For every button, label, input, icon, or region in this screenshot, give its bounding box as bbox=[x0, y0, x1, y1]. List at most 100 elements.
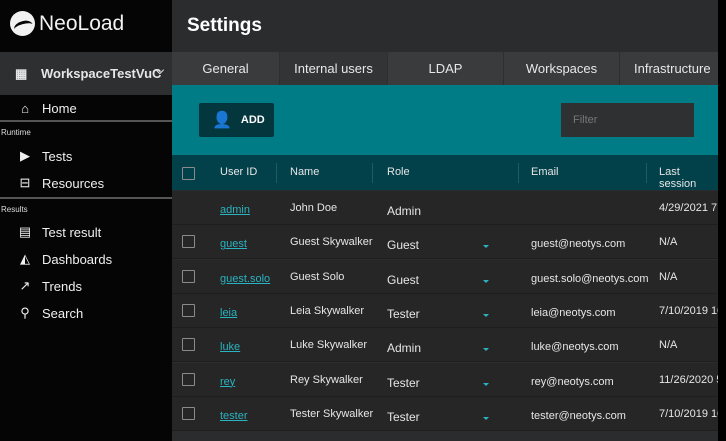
role-select[interactable]: Admin bbox=[387, 341, 421, 355]
tab-ldap[interactable]: LDAP bbox=[388, 52, 504, 85]
sidebar-item-home[interactable]: ⌂ Home bbox=[0, 95, 172, 121]
sidebar-item-resources[interactable]: ⊟ Resources bbox=[0, 170, 172, 196]
sidebar-item-test-result[interactable]: ▤ Test result bbox=[0, 219, 172, 245]
table-row: guest Guest Skywalker Guest guest@neotys.co… bbox=[172, 225, 718, 260]
main-content: Settings General Internal users LDAP Wor… bbox=[172, 0, 726, 441]
dropdown-arrow-icon[interactable] bbox=[483, 313, 489, 317]
sidebar-item-tests[interactable]: ▶ Tests bbox=[0, 143, 172, 169]
sidebar-item-label: Trends bbox=[42, 278, 82, 294]
table-row: tester Tester Skywalker Tester tester@neoty… bbox=[172, 396, 726, 431]
table-row: leia Leia Skywalker Tester leia@neotys.com 7… bbox=[172, 293, 726, 328]
table-row: admin John Doe Admin 4/29/2021 7:5 bbox=[172, 191, 726, 225]
user-name: Luke Skywalker bbox=[290, 339, 368, 352]
add-user-icon: 👤 bbox=[212, 112, 232, 129]
sidebar-item-label: Resources bbox=[42, 175, 105, 191]
user-email: guest@neotys.com bbox=[531, 238, 626, 251]
column-separator bbox=[276, 163, 277, 183]
row-checkbox[interactable] bbox=[182, 406, 195, 420]
dropdown-arrow-icon[interactable] bbox=[483, 348, 489, 352]
column-role[interactable]: Role bbox=[387, 166, 410, 178]
row-checkbox[interactable] bbox=[182, 338, 195, 352]
window-edge bbox=[718, 0, 726, 441]
role-select[interactable]: Tester bbox=[387, 307, 420, 321]
column-name[interactable]: Name bbox=[290, 166, 319, 178]
user-email: luke@neotys.com bbox=[531, 341, 619, 354]
last-session: 7/10/2019 10: bbox=[659, 304, 726, 317]
divider bbox=[0, 120, 172, 122]
building-icon: ▦ bbox=[15, 65, 28, 81]
last-session: N/A bbox=[659, 270, 678, 283]
tab-workspaces[interactable]: Workspaces bbox=[504, 52, 620, 85]
user-id-link[interactable]: leia bbox=[220, 307, 237, 319]
user-id-link[interactable]: tester bbox=[220, 410, 248, 422]
app-name: NeoLoad bbox=[39, 11, 125, 35]
user-email: leia@neotys.com bbox=[531, 306, 616, 319]
table-row: luke Luke Skywalker Admin luke@neotys.com N/… bbox=[172, 328, 718, 363]
dropdown-arrow-icon[interactable] bbox=[483, 416, 489, 420]
sidebar: NeoLoad ▦ WorkspaceTestVuC ⌵ ⌂ Home Runtime… bbox=[0, 0, 172, 441]
workspace-selector[interactable]: ▦ WorkspaceTestVuC ⌵ bbox=[0, 52, 172, 95]
last-session: N/A bbox=[659, 339, 678, 352]
logo-icon bbox=[10, 11, 35, 36]
user-id-link[interactable]: guest.solo bbox=[220, 273, 270, 285]
role-select[interactable]: Guest bbox=[387, 273, 419, 287]
dropdown-arrow-icon[interactable] bbox=[483, 279, 489, 283]
column-user-id[interactable]: User ID bbox=[220, 166, 257, 178]
area-chart-icon: ◭ bbox=[20, 251, 30, 266]
add-user-button[interactable]: 👤 ADD bbox=[199, 103, 274, 137]
printer-icon: ⊟ bbox=[19, 175, 31, 190]
sidebar-item-search[interactable]: ⚲ Search bbox=[0, 300, 172, 326]
role-select[interactable]: Admin bbox=[387, 204, 421, 218]
user-email: rey@neotys.com bbox=[531, 375, 614, 388]
dropdown-arrow-icon[interactable] bbox=[483, 382, 489, 386]
section-results: Results bbox=[1, 205, 28, 214]
user-id-link[interactable]: rey bbox=[220, 376, 235, 388]
sidebar-item-trends[interactable]: ↗ Trends bbox=[0, 273, 172, 299]
row-checkbox[interactable] bbox=[182, 235, 195, 249]
select-all-checkbox[interactable] bbox=[182, 167, 195, 180]
role-select[interactable]: Guest bbox=[387, 238, 419, 252]
play-icon: ▶ bbox=[20, 148, 30, 163]
role-select[interactable]: Tester bbox=[387, 410, 420, 424]
role-select[interactable]: Tester bbox=[387, 376, 420, 390]
row-checkbox[interactable] bbox=[182, 372, 195, 386]
table-header: User ID Name Role Email Last session bbox=[172, 155, 718, 190]
tab-general[interactable]: General bbox=[172, 52, 280, 85]
row-checkbox[interactable] bbox=[182, 303, 195, 317]
user-id-link[interactable]: guest bbox=[220, 238, 247, 250]
dropdown-arrow-icon[interactable] bbox=[483, 245, 489, 249]
user-name: Leia Skywalker bbox=[290, 304, 364, 317]
divider bbox=[0, 197, 172, 199]
row-checkbox[interactable] bbox=[182, 269, 195, 283]
column-separator bbox=[646, 163, 647, 183]
user-name: Guest Skywalker bbox=[290, 236, 373, 249]
sidebar-item-label: Test result bbox=[42, 224, 102, 240]
search-icon: ⚲ bbox=[20, 305, 30, 320]
line-chart-icon: ↗ bbox=[19, 278, 31, 293]
user-name: Guest Solo bbox=[290, 270, 345, 283]
user-email: guest.solo@neotys.com bbox=[531, 272, 649, 285]
user-id-link[interactable]: luke bbox=[220, 341, 240, 353]
page-title: Settings bbox=[187, 15, 262, 36]
report-icon: ▤ bbox=[18, 224, 32, 239]
neoload-logo: NeoLoad bbox=[10, 11, 124, 36]
last-session: N/A bbox=[659, 236, 678, 249]
filter-input[interactable] bbox=[561, 103, 694, 137]
settings-tabs: General Internal users LDAP Workspaces I… bbox=[172, 52, 718, 85]
column-email[interactable]: Email bbox=[531, 166, 559, 178]
chevron-down-icon: ⌵ bbox=[155, 65, 164, 77]
sidebar-item-label: Home bbox=[42, 100, 77, 116]
sidebar-item-label: Dashboards bbox=[42, 251, 113, 267]
column-last-session[interactable]: Last session bbox=[659, 166, 718, 190]
tab-infrastructure[interactable]: Infrastructure bbox=[620, 52, 726, 85]
last-session: 11/26/2020 5: bbox=[659, 373, 726, 386]
add-label: ADD bbox=[240, 114, 265, 126]
home-icon: ⌂ bbox=[21, 100, 29, 116]
sidebar-item-dashboards[interactable]: ◭ Dashboards bbox=[0, 246, 172, 272]
user-name: John Doe bbox=[290, 202, 338, 214]
sidebar-item-label: Tests bbox=[42, 148, 73, 164]
user-id-link[interactable]: admin bbox=[220, 204, 250, 216]
sidebar-item-label: Search bbox=[42, 305, 84, 321]
tab-internal-users[interactable]: Internal users bbox=[280, 52, 388, 85]
table-row: rey Rey Skywalker Tester rey@neotys.com 11/2… bbox=[172, 362, 725, 397]
